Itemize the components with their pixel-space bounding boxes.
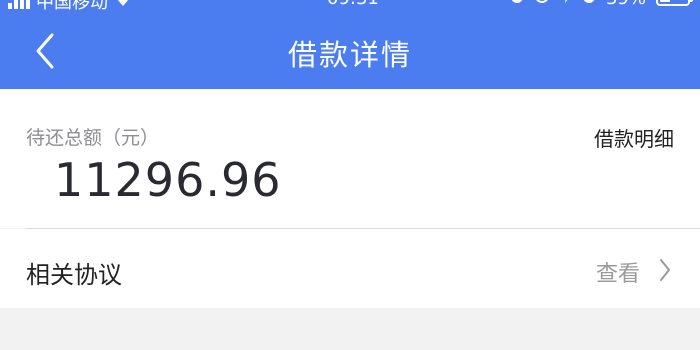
loan-detail-link[interactable]: 借款明细 xyxy=(594,123,674,152)
battery-fill xyxy=(660,0,670,2)
chevron-right-icon xyxy=(660,259,670,281)
navigation-header: 中国移动 09:31 xyxy=(0,0,700,89)
status-right: 39% xyxy=(510,0,693,9)
page-title: 借款详情 xyxy=(287,38,412,72)
related-agreements-row[interactable]: 相关协议 查看 xyxy=(0,229,700,308)
loan-detail-screen: 中国移动 09:31 xyxy=(0,0,700,350)
alarm-icon xyxy=(582,0,596,9)
location-icon xyxy=(560,0,572,9)
repayment-summary-card: 待还总额（元） 借款明细 11296.96 xyxy=(0,89,700,228)
signal-icon xyxy=(8,0,30,9)
agreement-label: 相关协议 xyxy=(26,261,122,289)
battery-icon xyxy=(656,0,693,6)
amount-value: 11296.96 xyxy=(54,153,282,207)
status-left: 中国移动 xyxy=(8,0,132,14)
moon-icon xyxy=(510,0,524,9)
orientation-lock-icon xyxy=(534,0,550,9)
background-area xyxy=(0,308,700,350)
wifi-icon xyxy=(114,0,132,12)
status-bar: 中国移动 09:31 xyxy=(0,0,700,14)
amount-label: 待还总额（元） xyxy=(26,127,160,149)
carrier-name: 中国移动 xyxy=(36,0,108,13)
status-time: 09:31 xyxy=(327,0,379,9)
view-action-text: 查看 xyxy=(595,262,640,287)
battery-percentage: 39% xyxy=(606,0,646,9)
battery-tip xyxy=(690,0,693,2)
